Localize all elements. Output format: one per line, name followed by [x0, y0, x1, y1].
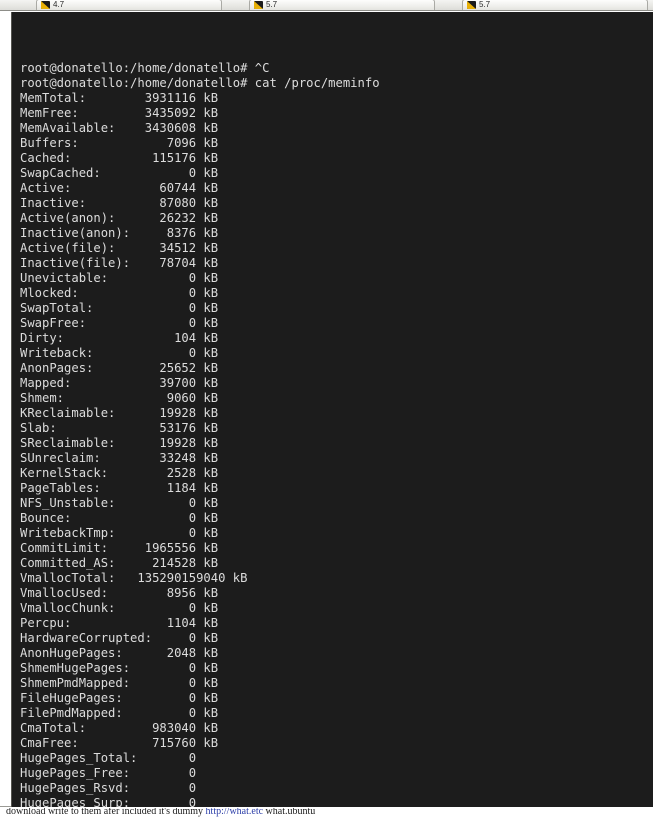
terminal-line: SReclaimable: 19928 kB [20, 436, 219, 450]
desktop-background: root@donatello:/home/donatello# ^C root@d… [0, 0, 653, 820]
page-footer-strip: download write to them afer included it'… [0, 808, 653, 820]
terminal-line: KernelStack: 2528 kB [20, 466, 219, 480]
footer-text: download write to them afer included it'… [6, 808, 315, 818]
taskbar-item-label: 5.7 [266, 1, 278, 9]
terminal-line: MemFree: 3435092 kB [20, 106, 219, 120]
terminal-line: HugePages_Surp: 0 [20, 796, 197, 807]
terminal-line: Writeback: 0 kB [20, 346, 219, 360]
terminal-line: AnonHugePages: 2048 kB [20, 646, 219, 660]
terminal-line: FileHugePages: 0 kB [20, 691, 219, 705]
terminal-line: HardwareCorrupted: 0 kB [20, 631, 219, 645]
terminal-line: Buffers: 7096 kB [20, 136, 219, 150]
terminal-line: ShmemPmdMapped: 0 kB [20, 676, 219, 690]
terminal-line: Active(anon): 26232 kB [20, 211, 219, 225]
terminal-line: root@donatello:/home/donatello# ^C [20, 61, 270, 75]
terminal-line: root@donatello:/home/donatello# cat /pro… [20, 76, 380, 90]
terminal-line: Shmem: 9060 kB [20, 391, 219, 405]
terminal-line: CmaFree: 715760 kB [20, 736, 219, 750]
terminal-line: FilePmdMapped: 0 kB [20, 706, 219, 720]
terminal-line: Bounce: 0 kB [20, 511, 219, 525]
terminal-line: VmallocUsed: 8956 kB [20, 586, 219, 600]
terminal-line: SUnreclaim: 33248 kB [20, 451, 219, 465]
taskbar-item-label: 5.7 [479, 1, 491, 9]
window-icon [467, 1, 476, 9]
terminal-line: ShmemHugePages: 0 kB [20, 661, 219, 675]
footer-text-after: what.ubuntu [263, 808, 316, 817]
terminal-line: Inactive: 87080 kB [20, 196, 219, 210]
terminal-window[interactable]: root@donatello:/home/donatello# ^C root@d… [11, 12, 653, 807]
footer-link[interactable]: http://what.etc [206, 808, 264, 817]
window-icon [41, 1, 50, 9]
taskbar-item-label: 4.7 [53, 1, 65, 9]
terminal-line: WritebackTmp: 0 kB [20, 526, 219, 540]
terminal-line: PageTables: 1184 kB [20, 481, 219, 495]
terminal-line: Inactive(file): 78704 kB [20, 256, 219, 270]
taskbar[interactable]: 4.7 5.7 5.7 [0, 0, 653, 11]
terminal-line: HugePages_Total: 0 [20, 751, 197, 765]
terminal-line: NFS_Unstable: 0 kB [20, 496, 219, 510]
terminal-line: VmallocTotal: 135290159040 kB [20, 571, 248, 585]
terminal-line: MemAvailable: 3430608 kB [20, 121, 219, 135]
taskbar-item-0[interactable]: 4.7 [36, 0, 222, 10]
terminal-line: Dirty: 104 kB [20, 331, 219, 345]
terminal-line: CommitLimit: 1965556 kB [20, 541, 219, 555]
terminal-line: MemTotal: 3931116 kB [20, 91, 219, 105]
terminal-line: HugePages_Free: 0 [20, 766, 197, 780]
terminal-line: Mlocked: 0 kB [20, 286, 219, 300]
terminal-line: Mapped: 39700 kB [20, 376, 219, 390]
terminal-line: SwapFree: 0 kB [20, 316, 219, 330]
terminal-line: Percpu: 1104 kB [20, 616, 219, 630]
terminal-line: Cached: 115176 kB [20, 151, 219, 165]
terminal-line: VmallocChunk: 0 kB [20, 601, 219, 615]
terminal-line: Slab: 53176 kB [20, 421, 219, 435]
window-icon [254, 1, 263, 9]
taskbar-item-2[interactable]: 5.7 [462, 0, 648, 10]
taskbar-item-1[interactable]: 5.7 [249, 0, 435, 10]
terminal-output-area[interactable]: root@donatello:/home/donatello# ^C root@d… [12, 12, 653, 807]
terminal-line: AnonPages: 25652 kB [20, 361, 219, 375]
terminal-line: KReclaimable: 19928 kB [20, 406, 219, 420]
terminal-line: Active: 60744 kB [20, 181, 219, 195]
terminal-line: Unevictable: 0 kB [20, 271, 219, 285]
footer-text-before: download write to them afer included it'… [6, 808, 206, 817]
terminal-line: Committed_AS: 214528 kB [20, 556, 219, 570]
terminal-line: CmaTotal: 983040 kB [20, 721, 219, 735]
terminal-line: SwapCached: 0 kB [20, 166, 219, 180]
terminal-line: Inactive(anon): 8376 kB [20, 226, 219, 240]
terminal-line: SwapTotal: 0 kB [20, 301, 219, 315]
terminal-line: HugePages_Rsvd: 0 [20, 781, 197, 795]
terminal-line: Active(file): 34512 kB [20, 241, 219, 255]
